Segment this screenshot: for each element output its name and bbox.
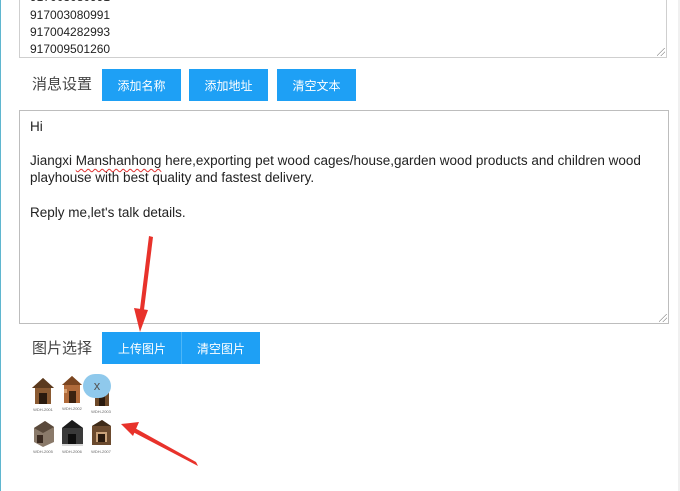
arrow-to-thumbnail xyxy=(121,422,198,466)
phone-line: 917009501260 xyxy=(30,42,111,56)
image-select-label: 图片选择 xyxy=(32,340,93,357)
message-settings-label: 消息设置 xyxy=(32,76,93,93)
thumbnail-caption: WDH-2001 xyxy=(33,407,53,412)
message-line: playhouse with best quality and fastest … xyxy=(30,170,315,185)
window-edge xyxy=(0,0,1,491)
thumbnail-caption: WDH-2006 xyxy=(62,449,82,454)
pet-house-icon xyxy=(34,421,54,447)
thumbnail[interactable]: WDH-2002 xyxy=(60,375,84,411)
clear-images-button[interactable]: 清空图片 xyxy=(181,332,260,364)
clear-text-button[interactable]: 清空文本 xyxy=(277,69,356,101)
misspelled-word: Manshanhong xyxy=(75,153,162,168)
message-line-rest: here,exporting pet wood cages/house,gard… xyxy=(161,153,641,168)
dog-house-icon xyxy=(32,378,54,404)
add-name-button[interactable]: 添加名称 xyxy=(102,69,181,101)
thumbnail-caption: WDH-2007 xyxy=(91,449,111,454)
thumbnail-caption: WDH-2002 xyxy=(62,406,82,411)
pet-house-icon xyxy=(62,420,83,446)
resize-grip-icon[interactable] xyxy=(657,48,665,56)
thumbnail[interactable]: WDH-2005 xyxy=(31,418,55,454)
thumbnail[interactable]: WDH-2007 xyxy=(89,418,113,454)
thumbnail[interactable]: WDH-2001 xyxy=(31,376,55,412)
upload-image-button[interactable]: 上传图片 xyxy=(102,332,182,364)
thumbnail-caption: WDH-2005 xyxy=(33,449,53,454)
message-textarea[interactable]: Hi Jiangxi Manshanhong here,exporting pe… xyxy=(19,110,669,324)
thumbnail[interactable]: WDH-2006 xyxy=(60,418,84,454)
message-line: Reply me,let's talk details. xyxy=(30,205,186,220)
phone-line-partial: 917003080991 xyxy=(30,0,110,4)
remove-image-button[interactable]: x xyxy=(83,374,111,398)
message-line-start: Jiangxi xyxy=(30,153,76,168)
pet-house-icon xyxy=(92,420,111,445)
message-line: Hi xyxy=(30,119,43,134)
phone-line: 917004282993 xyxy=(30,25,111,39)
phone-line: 917003080991 xyxy=(30,8,111,22)
resize-grip-icon[interactable] xyxy=(659,314,667,322)
add-address-button[interactable]: 添加地址 xyxy=(189,69,268,101)
phone-list-textarea[interactable]: 917003080991 917003080991 917004282993 9… xyxy=(19,0,667,58)
thumbnail-caption: WDH-2003 xyxy=(91,409,111,414)
dog-house-icon xyxy=(62,376,82,403)
message-line: Jiangxi Manshanhong here,exporting pet w… xyxy=(30,152,641,169)
